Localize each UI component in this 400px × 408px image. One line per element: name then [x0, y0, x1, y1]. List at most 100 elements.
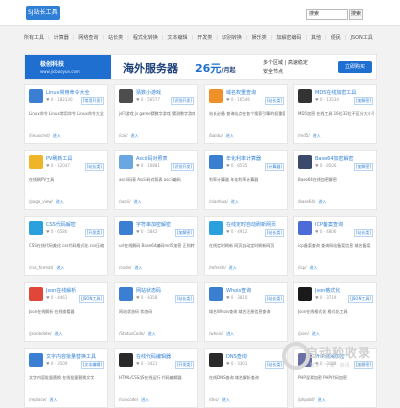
tool-title[interactable]: ICP备案查询	[315, 221, 377, 228]
tool-card[interactable]: Json在线解析 ♥ 0 · 4461 [JSON工具] Json在线解析 在线查看器…	[24, 282, 108, 342]
tool-enter-link[interactable]: 进入	[313, 133, 321, 138]
tool-title[interactable]: 年化利率计算器	[226, 155, 288, 162]
tool-card[interactable]: CSS代码解密 ♥ 0 · 6580 [开发类] CSS在线代码美化 css代码格式化…	[24, 216, 108, 276]
tool-enter-link[interactable]: 进入	[229, 265, 237, 270]
tool-category-tag[interactable]: [计算器]	[264, 163, 284, 171]
tool-category-tag[interactable]: [文本编辑]	[80, 361, 104, 369]
nav-separator: |	[245, 35, 248, 41]
tool-footer: /refresh/进入	[209, 265, 237, 271]
tool-icon	[209, 287, 223, 301]
nav-item[interactable]: 站长类	[108, 34, 123, 41]
tool-card[interactable]: 文字内容批量替换工具 ♥ 0 · 3509 [文本编辑] 文字内容批量替换 在线批量替…	[24, 348, 108, 408]
nav-item[interactable]: 网络查询	[78, 34, 98, 41]
tool-title[interactable]: DNS查询	[226, 353, 288, 360]
tool-enter-link[interactable]: 进入	[134, 199, 142, 204]
tool-card[interactable]: PV刷新工具 ♥ 0 · 12047 [站长类] 在线刷PV工具/page_view/…	[24, 150, 108, 210]
nav-item[interactable]: 开发类	[197, 34, 212, 41]
tool-title[interactable]: Base64加密解密	[315, 155, 377, 162]
tool-category-tag[interactable]: [识别开发]	[170, 163, 194, 171]
tool-category-tag[interactable]: [开发类]	[84, 229, 104, 237]
nav-item[interactable]: 所有工具	[24, 34, 44, 41]
tool-card[interactable]: 域名权重查询 ♥ 0 · 16546 [站长类] 站长必备 查询站点在各个搜索引擎的权…	[204, 84, 288, 144]
tool-card[interactable]: ICP备案查询 ♥ 0 · 4806 [站长类] icp备案查询 查询网站备案信息 域…	[293, 216, 377, 276]
tool-card[interactable]: 字符串加密解密 ♥ 0 · 5842 [加解密] url在线解码 Base64编码md…	[114, 216, 198, 276]
tool-title[interactable]: Json在线解析	[46, 287, 108, 294]
tool-enter-link[interactable]: 进入	[310, 265, 318, 270]
search-input[interactable]: 搜索	[306, 9, 348, 20]
tool-card[interactable]: Base64加密解密 ♥ 0 · 8506 [加解密] Base64在线加密解密/ba…	[293, 150, 377, 210]
tool-enter-link[interactable]: 进入	[54, 331, 62, 336]
tool-card[interactable]: Whois查询 ♥ 0 · 3810 [站长类] 域名Whois查询 域名注册信息查询…	[204, 282, 288, 342]
nav-item[interactable]: 程式化转换	[133, 34, 158, 41]
tool-category-tag[interactable]: [识别开发]	[170, 97, 194, 105]
tool-category-tag[interactable]: [站长类]	[353, 229, 373, 237]
tool-category-tag[interactable]: [加解密]	[353, 97, 373, 105]
nav-item[interactable]: 其他	[311, 34, 321, 41]
tool-title[interactable]: 在线定时自动刷新网页	[226, 221, 288, 228]
tool-enter-link[interactable]: 进入	[148, 331, 156, 336]
tool-enter-link[interactable]: 进入	[56, 199, 64, 204]
tool-path: /baidu/	[209, 133, 223, 138]
tool-stats: ♥ 0 · 5842	[136, 229, 158, 234]
tool-title[interactable]: Whois查询	[226, 287, 288, 294]
tool-category-tag[interactable]: [站长类]	[264, 97, 284, 105]
tool-title[interactable]: Ascii码对照表	[136, 155, 198, 162]
tool-card[interactable]: 网站状态码 ♥ 0 · 4358 [站长类] 网站状态码 状态码/StatusCode…	[114, 282, 198, 342]
tool-title[interactable]: 猜数小游戏	[136, 89, 198, 96]
nav-item[interactable]: 文本编辑	[168, 34, 188, 41]
tool-category-tag[interactable]: [站长类]	[264, 229, 284, 237]
tool-stats: ♥ 0 · 13534	[315, 97, 339, 102]
tool-card[interactable]: 在线代码编辑器 ♥ 0 · 3421 [开发类] HTML/CSS/JS在线运行 代码…	[114, 348, 198, 408]
tool-card[interactable]: 在线定时自动刷新网页 ♥ 0 · 4912 [站长类] 在线定时刷新 网页自动定时刷新…	[204, 216, 288, 276]
tool-category-tag[interactable]: [JSON工具]	[348, 295, 373, 303]
tool-title[interactable]: 字符串加密解密	[136, 221, 198, 228]
tool-title[interactable]: PV刷新工具	[46, 155, 108, 162]
tool-title[interactable]: 网站状态码	[136, 287, 198, 294]
tool-enter-link[interactable]: 进入	[318, 199, 326, 204]
tool-enter-link[interactable]: 进入	[226, 331, 234, 336]
tool-title[interactable]: MD5在线加密工具	[315, 89, 377, 96]
tool-category-tag[interactable]: [常用开发]	[80, 97, 104, 105]
tool-title[interactable]: CSS代码解密	[46, 221, 108, 228]
nav-item[interactable]: JSON工具	[350, 34, 372, 41]
tool-card[interactable]: Ascii码对照表 ♥ 0 · 10881 [识别开发] ascii码表 Ascii码…	[114, 150, 198, 210]
tool-card[interactable]: 猜数小游戏 ♥ 0 · 56577 [识别开发] jsFl游戏 js game猜数字游…	[114, 84, 198, 144]
tool-category-tag[interactable]: [站长类]	[84, 163, 104, 171]
nav-item[interactable]: 识别转换	[222, 34, 242, 41]
tool-enter-link[interactable]: 进入	[312, 331, 320, 336]
ad-buy-button[interactable]: 立即购买	[338, 61, 372, 73]
tool-card[interactable]: DNS查询 ♥ 0 · 3301 [站长类] 在线DNS查询 域名解析查询/dns/进…	[204, 348, 288, 408]
tool-footer: /code/进入	[119, 265, 142, 271]
tool-description: 域名Whois查询 域名注册信息查询	[209, 309, 271, 314]
tool-category-tag[interactable]: [开发类]	[174, 361, 194, 369]
nav-item[interactable]: 便民	[331, 34, 341, 41]
tool-category-tag[interactable]: [站长类]	[174, 295, 194, 303]
tool-description: MD5加密 在线工具 16位32位不区分大小写	[298, 111, 374, 116]
tool-title[interactable]: Json格式化	[315, 287, 377, 294]
tool-description: ascii码表 Ascii码对照表 ascii编码	[119, 177, 181, 182]
tool-category-tag[interactable]: [加解密]	[174, 229, 194, 237]
ad-banner[interactable]: 极创科技 www.jicbaoyun.com 海外服务器 26元/月起 多个区域…	[24, 54, 377, 80]
tool-title[interactable]: 文字内容批量替换工具	[46, 353, 108, 360]
nav-separator: |	[270, 35, 273, 41]
tool-enter-link[interactable]: 进入	[53, 133, 61, 138]
tool-category-tag[interactable]: [站长类]	[264, 295, 284, 303]
tool-enter-link[interactable]: 进入	[56, 265, 64, 270]
tool-enter-link[interactable]: 进入	[231, 199, 239, 204]
tool-enter-link[interactable]: 进入	[134, 265, 142, 270]
tool-category-tag[interactable]: [加解密]	[353, 163, 373, 171]
tool-title[interactable]: 在线代码编辑器	[136, 353, 198, 360]
nav-item[interactable]: 娱乐类	[252, 34, 267, 41]
tool-enter-link[interactable]: 进入	[226, 133, 234, 138]
tool-enter-link[interactable]: 进入	[130, 133, 138, 138]
tool-card[interactable]: Linux常用命令大全 ♥ 0 · 182330 [常用开发] Linux命令 Lin…	[24, 84, 108, 144]
tool-card[interactable]: Json格式化 ♥ 0 · 3719 [JSON工具] Json在线格式化 格式化工具…	[293, 282, 377, 342]
tool-card[interactable]: MD5在线加密工具 ♥ 0 · 13534 [加解密] MD5加密 在线工具 16位3…	[293, 84, 377, 144]
nav-item[interactable]: 计算器	[54, 34, 69, 41]
tool-category-tag[interactable]: [JSON工具]	[79, 295, 104, 303]
search-button[interactable]: 搜索	[349, 9, 363, 20]
tool-title[interactable]: Linux常用命令大全	[46, 89, 108, 96]
tool-title[interactable]: 域名权重查询	[226, 89, 288, 96]
nav-item[interactable]: 加解密编码	[276, 34, 301, 41]
tool-card[interactable]: 年化利率计算器 ♥ 0 · 8535 [计算器] 利率计算器 年化利率计算器/nian…	[204, 150, 288, 210]
